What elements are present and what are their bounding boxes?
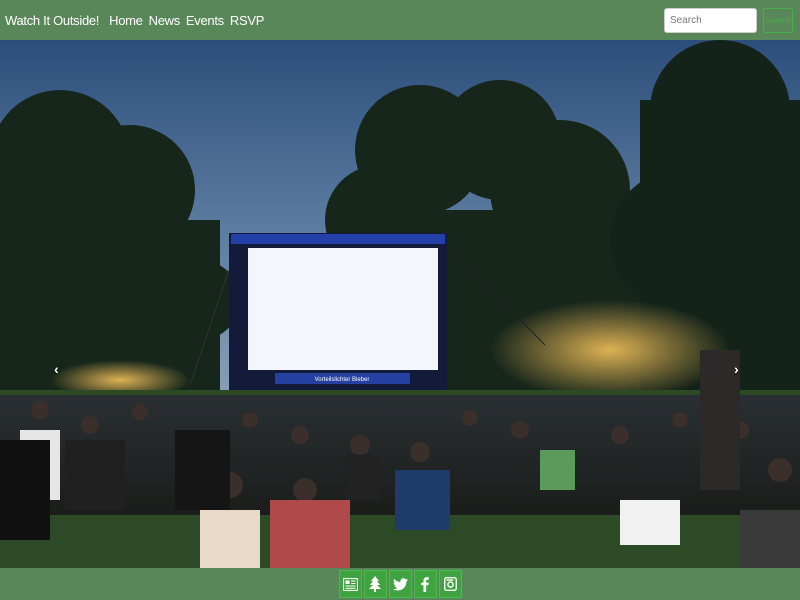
social-footer [0, 568, 800, 600]
chevron-right-icon: › [734, 361, 739, 377]
screen-frame-top [231, 234, 445, 244]
nav-link-events[interactable]: Events [186, 13, 224, 28]
outdoor-cinema-photo: Vorteilslichter Bieber [0, 40, 800, 568]
chevron-left-icon: ‹ [54, 361, 59, 377]
hero-carousel: Vorteilslichter Bieber ‹ › [0, 40, 800, 568]
nav-link-news[interactable]: News [149, 13, 181, 28]
carousel-next-button[interactable]: › [734, 362, 739, 376]
newspaper-button[interactable] [338, 570, 362, 598]
carousel-prev-button[interactable]: ‹ [54, 362, 59, 376]
tree-button[interactable] [363, 570, 387, 598]
twitter-button[interactable] [388, 570, 412, 598]
search-button[interactable]: Search [763, 8, 793, 33]
instagram-icon [443, 577, 457, 591]
nav-links: Home News Events RSVP [109, 13, 270, 28]
twitter-icon [392, 577, 408, 590]
newspaper-icon [342, 577, 358, 591]
tree-icon [369, 576, 381, 592]
instagram-button[interactable] [438, 570, 462, 598]
facebook-button[interactable] [413, 570, 437, 598]
top-navbar: Watch It Outside! Home News Events RSVP … [0, 0, 800, 40]
brand-link[interactable]: Watch It Outside! [5, 13, 99, 28]
facebook-icon [421, 576, 429, 592]
warm-light-glow [490, 300, 730, 400]
nav-link-home[interactable]: Home [109, 13, 143, 28]
screen-banner: Vorteilslichter Bieber [315, 377, 370, 383]
movie-screen [248, 248, 438, 370]
nav-link-rsvp[interactable]: RSVP [230, 13, 265, 28]
search-input[interactable] [664, 8, 757, 33]
